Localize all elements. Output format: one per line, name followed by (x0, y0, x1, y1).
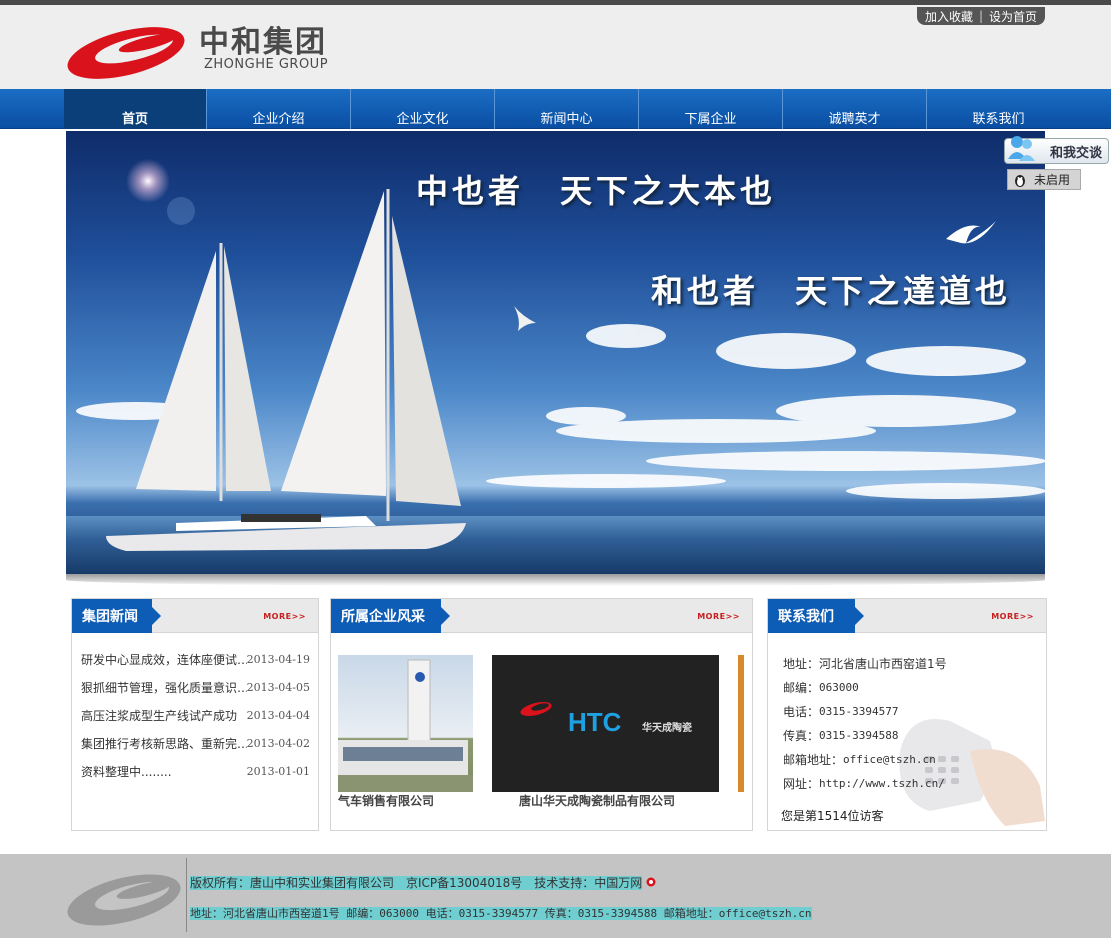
subsidiary-caption[interactable]: 唐山华天成陶瓷制品有限公司 (519, 792, 675, 809)
subsidiary-caption[interactable]: 气车销售有限公司 (338, 792, 434, 809)
news-panel: 集团新闻 MORE>> 研发中心显成效，连体座便试… 2013-04-19 狠抓细… (71, 598, 319, 831)
nav-item-news[interactable]: 新闻中心 (494, 89, 638, 129)
site-header: 中和集团 ZHONGHE GROUP 加入收藏 | 设为首页 (0, 0, 1111, 89)
news-date: 2013-04-05 (246, 680, 310, 694)
contact-address: 地址： 河北省唐山市西窑道1号 (783, 656, 947, 671)
link-separator: | (978, 9, 984, 23)
contact-fax: 传真： 0315-3394588 (783, 728, 899, 743)
contact-website[interactable]: 网址： http://www.tszh.cn/ (783, 771, 947, 795)
add-favorite-link[interactable]: 加入收藏 (925, 8, 973, 25)
logo-english-name: ZHONGHE GROUP (204, 57, 329, 72)
contact-list: 地址： 河北省唐山市西窑道1号 邮编： 063000 电话： 0315-3394577… (783, 651, 947, 795)
contact-more-link[interactable]: MORE>> (991, 612, 1034, 621)
site-logo[interactable]: 中和集团 ZHONGHE GROUP (64, 15, 360, 87)
subsidiaries-more-link[interactable]: MORE>> (697, 612, 740, 621)
contact-postcode: 邮编： 063000 (783, 680, 859, 695)
hero-banner: 中也者 天下之大本也 和也者 天下之達道也 (66, 131, 1045, 574)
chat-status[interactable]: 未启用 (1007, 169, 1081, 190)
nav-item-about[interactable]: 企业介绍 (206, 89, 350, 129)
nav-item-culture[interactable]: 企业文化 (350, 89, 494, 129)
building-photo (338, 659, 473, 792)
nav-item-contact[interactable]: 联系我们 (926, 89, 1070, 129)
footer-copyright-text[interactable]: 版权所有：唐山中和实业集团有限公司 京ICP备13004018号 技术支持：中国… (190, 876, 643, 890)
subsidiaries-panel: 所属企业风采 MORE>> HTC 华天成陶瓷 气车销售有限公司 唐山华天成陶瓷… (330, 598, 753, 831)
chat-button[interactable]: 和我交谈 (1004, 136, 1109, 164)
news-more-link[interactable]: MORE>> (263, 612, 306, 621)
logo-chinese-name: 中和集团 (199, 25, 327, 60)
htc-logo-text: HTC (568, 707, 622, 737)
htc-logo-cn: 华天成陶瓷 (642, 721, 692, 734)
news-title[interactable]: 集团推行考核新思路、重新完… (81, 735, 247, 752)
zhonghe-logo-icon (67, 27, 185, 79)
list-item[interactable]: 资料整理中........ 2013-01-01 (81, 757, 310, 785)
contact-panel: 联系我们 MORE>> 地址： 河北省唐山市西窑道1号 邮编： 063000 电话：… (767, 598, 1047, 831)
main-nav: 首页 企业介绍 企业文化 新闻中心 下属企业 诚聘英才 联系我们 (0, 89, 1111, 129)
set-homepage-link[interactable]: 设为首页 (989, 8, 1037, 25)
banner-slogan-1: 中也者 天下之大本也 (416, 172, 777, 210)
list-item[interactable]: 集团推行考核新思路、重新完… 2013-04-02 (81, 729, 310, 757)
nav-item-careers[interactable]: 诚聘英才 (782, 89, 926, 129)
banner-slogan-2: 和也者 天下之達道也 (651, 272, 1012, 310)
footer-divider (186, 858, 187, 932)
nav-item-home[interactable]: 首页 (64, 89, 206, 129)
list-item[interactable]: 高压注浆成型生产线试产成功 2013-04-04 (81, 701, 310, 729)
chat-label: 和我交谈 (1049, 145, 1102, 161)
news-list: 研发中心显成效，连体座便试… 2013-04-19 狠抓细节管理，强化质量意识… 2… (81, 645, 310, 785)
subsidiary-image-htc[interactable]: HTC 华天成陶瓷 (492, 655, 719, 792)
top-links: 加入收藏 | 设为首页 (917, 7, 1045, 25)
contact-email[interactable]: 邮箱地址： office@tszh.cn (783, 747, 947, 771)
chat-status-label: 未启用 (1034, 173, 1071, 187)
footer-address: 地址：河北省唐山市西窑道1号 邮编：063000 电话：0315-3394577… (190, 905, 812, 921)
footer-address-text: 地址：河北省唐山市西窑道1号 邮编：063000 电话：0315-3394577… (190, 907, 812, 920)
list-item[interactable]: 研发中心显成效，连体座便试… 2013-04-19 (81, 645, 310, 673)
nav-item-subsidiaries[interactable]: 下属企业 (638, 89, 782, 129)
subsidiaries-panel-title: 所属企业风采 (331, 599, 450, 633)
contact-phone: 电话： 0315-3394577 (783, 704, 899, 719)
news-date: 2013-04-19 (246, 652, 310, 666)
news-title[interactable]: 研发中心显成效，连体座便试… (81, 651, 247, 668)
news-panel-title: 集团新闻 (72, 599, 161, 633)
users-chat-icon (1008, 136, 1035, 161)
htc-logo-image: HTC 华天成陶瓷 (492, 655, 719, 792)
banner-shadow (66, 574, 1045, 586)
contact-panel-title: 联系我们 (768, 599, 864, 633)
qq-penguin-icon (1015, 174, 1025, 187)
footer-logo-icon (67, 874, 181, 926)
news-date: 2013-04-04 (246, 708, 310, 722)
news-date: 2013-01-01 (246, 764, 310, 778)
subsidiary-image-building[interactable] (338, 655, 473, 792)
wanwang-badge-icon (646, 877, 656, 887)
news-title[interactable]: 资料整理中........ (81, 763, 172, 780)
list-item[interactable]: 狠抓细节管理，强化质量意识… 2013-04-05 (81, 673, 310, 701)
news-date: 2013-04-02 (246, 736, 310, 750)
footer-copyright: 版权所有：唐山中和实业集团有限公司 京ICP备13004018号 技术支持：中国… (190, 874, 656, 891)
visitor-counter: 您是第1514位访客 (781, 809, 884, 823)
site-footer: 版权所有：唐山中和实业集团有限公司 京ICP备13004018号 技术支持：中国… (0, 854, 1111, 938)
news-title[interactable]: 狠抓细节管理，强化质量意识… (81, 679, 247, 696)
news-title[interactable]: 高压注浆成型生产线试产成功 (81, 707, 237, 724)
subsidiary-image-partial[interactable] (738, 655, 744, 792)
